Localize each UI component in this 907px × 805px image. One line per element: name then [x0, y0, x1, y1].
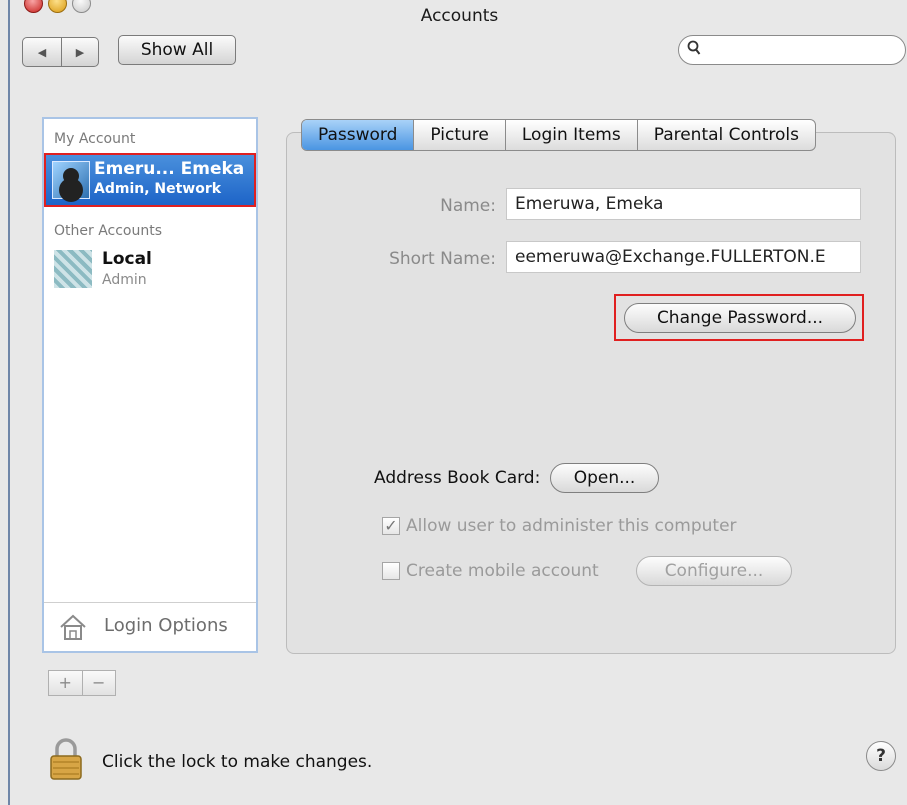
house-icon	[58, 612, 88, 642]
add-remove-control: + −	[48, 670, 116, 696]
account-name: Local	[102, 249, 152, 269]
account-item-selected[interactable]: Emeru... Emeka Admin, Network	[44, 153, 256, 207]
account-role: Admin, Network	[94, 181, 222, 197]
configure-button[interactable]: Configure...	[636, 556, 792, 586]
account-name: Emeru... Emeka	[94, 159, 245, 179]
window-title: Accounts	[420, 6, 499, 26]
show-all-button[interactable]: Show All	[118, 35, 236, 65]
mobile-checkbox-row[interactable]: Create mobile account	[382, 559, 599, 583]
login-options-item[interactable]: Login Options	[44, 602, 256, 651]
add-account-button[interactable]: +	[49, 671, 82, 695]
admin-checkbox-row[interactable]: ✓ Allow user to administer this computer	[382, 514, 737, 538]
help-button[interactable]: ?	[866, 741, 896, 771]
back-button[interactable]: ◀	[22, 37, 62, 67]
mobile-checkbox[interactable]	[382, 562, 400, 580]
open-address-book-button[interactable]: Open...	[550, 463, 659, 493]
my-account-heading: My Account	[54, 131, 136, 147]
mobile-checkbox-label: Create mobile account	[406, 561, 599, 581]
search-input[interactable]	[678, 35, 906, 65]
search-icon	[687, 40, 701, 60]
tab-bar: Password Picture Login Items Parental Co…	[301, 119, 816, 151]
lock-icon[interactable]	[48, 737, 84, 781]
lock-message: Click the lock to make changes.	[102, 752, 373, 772]
other-accounts-heading: Other Accounts	[54, 223, 163, 239]
forward-arrow-icon: ▶	[75, 45, 85, 59]
admin-checkbox-label: Allow user to administer this computer	[406, 516, 737, 536]
title-bar: Accounts	[10, 0, 907, 28]
avatar-icon	[54, 250, 92, 288]
login-options-label: Login Options	[104, 615, 228, 636]
tab-password[interactable]: Password	[302, 120, 414, 150]
forward-button[interactable]: ▶	[61, 37, 99, 67]
name-field[interactable]: Emeruwa, Emeka	[506, 188, 861, 220]
accounts-window: Accounts ◀ ▶ Show All My Account Emeru..…	[8, 0, 907, 805]
tab-parental-controls[interactable]: Parental Controls	[636, 120, 815, 150]
short-name-field[interactable]: eemeruwa@Exchange.FULLERTON.E	[506, 241, 861, 273]
change-password-button[interactable]: Change Password...	[624, 303, 856, 333]
name-label: Name:	[440, 196, 496, 216]
accounts-list: My Account Emeru... Emeka Admin, Network…	[42, 117, 258, 653]
address-book-label: Address Book Card:	[374, 468, 541, 488]
tab-picture[interactable]: Picture	[413, 120, 504, 150]
tab-login-items[interactable]: Login Items	[504, 120, 637, 150]
back-arrow-icon: ◀	[37, 45, 47, 59]
admin-checkbox[interactable]: ✓	[382, 517, 400, 535]
remove-account-button[interactable]: −	[81, 671, 116, 695]
account-role: Admin	[102, 272, 147, 288]
avatar-icon	[52, 161, 90, 199]
short-name-label: Short Name:	[389, 249, 496, 269]
